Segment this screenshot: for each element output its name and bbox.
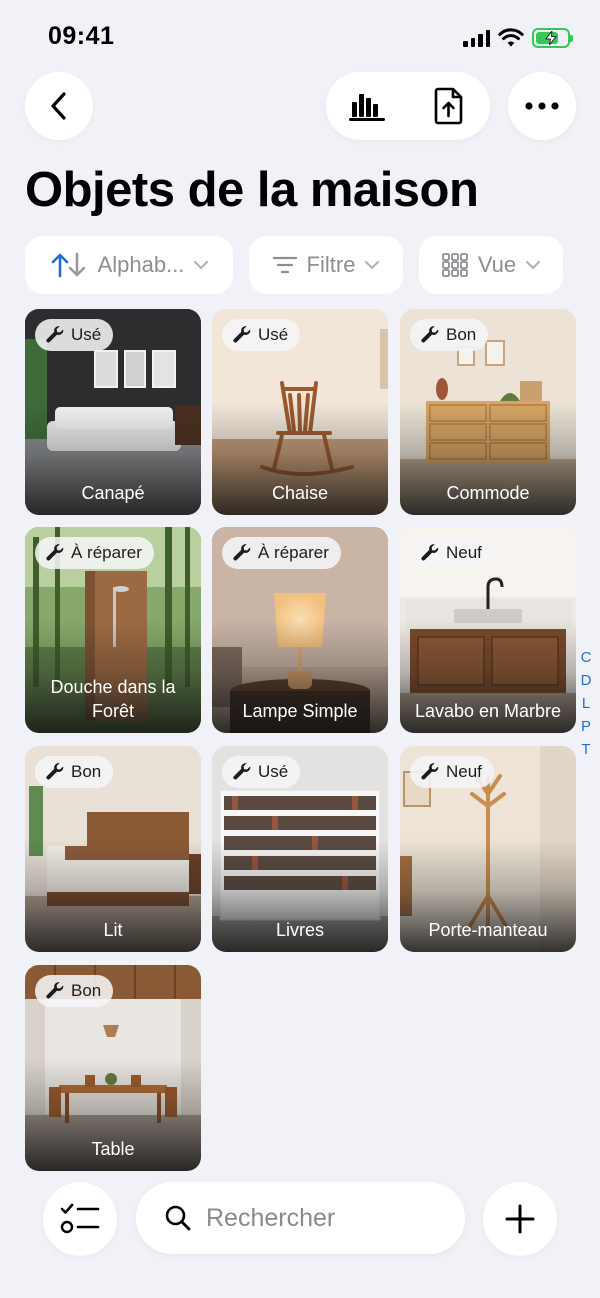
condition-label: À réparer <box>258 543 329 562</box>
more-button[interactable] <box>508 72 576 140</box>
status-time: 09:41 <box>48 22 115 50</box>
item-card[interactable]: Bon Table <box>25 965 201 1171</box>
condition-label: Bon <box>446 325 477 344</box>
search-bar[interactable] <box>136 1182 465 1254</box>
item-name: Lampe Simple <box>242 701 358 721</box>
wrench-icon <box>421 326 439 343</box>
condition-label: Usé <box>258 762 289 781</box>
item-name: Lavabo en Marbre <box>414 701 562 721</box>
wrench-icon <box>421 763 439 780</box>
cellular-signal-icon <box>463 29 490 47</box>
sort-arrows-icon <box>51 252 85 278</box>
toolbar-actions <box>326 72 490 140</box>
chevron-down-icon <box>194 260 209 269</box>
filter-label: Filtre <box>306 252 356 277</box>
view-button[interactable]: Vue <box>419 236 563 294</box>
battery-icon <box>532 28 573 48</box>
wrench-icon <box>421 544 439 561</box>
item-card[interactable]: Bon Lit <box>25 746 201 952</box>
status-bar: 09:41 <box>0 0 600 70</box>
ellipsis-icon <box>525 102 559 110</box>
wrench-icon <box>46 544 64 561</box>
wrench-icon <box>233 326 251 343</box>
condition-label: Bon <box>71 762 102 781</box>
document-upload-icon <box>434 87 463 125</box>
condition-badge: Usé <box>222 756 301 788</box>
back-button[interactable] <box>25 72 93 140</box>
bar-chart-icon <box>349 94 385 121</box>
item-card[interactable]: À réparer Lampe Simple <box>212 527 388 733</box>
condition-label: Neuf <box>446 543 482 562</box>
condition-badge: À réparer <box>35 537 154 569</box>
item-card[interactable]: Bon Commode <box>400 309 576 515</box>
export-button[interactable] <box>414 72 484 140</box>
index-letter[interactable]: P <box>581 715 591 738</box>
view-label: Vue <box>477 252 517 277</box>
wrench-icon <box>46 763 64 780</box>
wrench-icon <box>46 982 64 999</box>
status-icons <box>463 26 573 50</box>
item-card[interactable]: Usé Livres <box>212 746 388 952</box>
alphabet-index[interactable]: C D L P T <box>578 646 594 761</box>
add-button[interactable] <box>483 1182 557 1256</box>
item-name: Douche dans la Forêt <box>50 677 176 721</box>
item-name: Livres <box>275 920 324 940</box>
wrench-icon <box>233 544 251 561</box>
index-letter[interactable]: C <box>581 646 592 669</box>
page-title: Objets de la maison <box>25 163 479 217</box>
item-card[interactable]: Neuf Lavabo en Marbre <box>400 527 576 733</box>
condition-label: Usé <box>71 325 102 344</box>
filter-lines-icon <box>272 256 297 274</box>
condition-badge: Bon <box>35 975 114 1007</box>
condition-badge: Usé <box>222 319 301 351</box>
item-name: Commode <box>446 483 530 503</box>
condition-label: Neuf <box>446 762 482 781</box>
stats-button[interactable] <box>332 72 402 140</box>
wrench-icon <box>233 763 251 780</box>
index-letter[interactable]: T <box>581 738 590 761</box>
condition-badge: Usé <box>35 319 114 351</box>
condition-label: Usé <box>258 325 289 344</box>
item-card[interactable]: Usé Chaise <box>212 309 388 515</box>
condition-badge: Bon <box>410 319 489 351</box>
index-letter[interactable]: L <box>582 692 590 715</box>
plus-icon <box>505 1204 535 1234</box>
search-input[interactable] <box>206 1203 436 1233</box>
item-name: Canapé <box>81 483 145 503</box>
sort-button[interactable]: Alphab... <box>25 236 233 294</box>
chevron-left-icon <box>51 92 66 120</box>
item-name: Porte-manteau <box>428 920 548 940</box>
item-name: Table <box>91 1139 135 1159</box>
chevron-down-icon <box>526 260 541 269</box>
wrench-icon <box>46 326 64 343</box>
condition-label: À réparer <box>71 543 142 562</box>
search-icon <box>165 1205 191 1231</box>
grid-view-icon <box>441 253 468 277</box>
condition-badge: Bon <box>35 756 114 788</box>
checklist-button[interactable] <box>43 1182 117 1256</box>
sort-label: Alphab... <box>97 252 185 277</box>
item-name: Chaise <box>271 483 329 503</box>
item-card[interactable]: Neuf Porte-manteau <box>400 746 576 952</box>
condition-label: Bon <box>71 981 102 1000</box>
index-letter[interactable]: D <box>581 669 592 692</box>
filter-button[interactable]: Filtre <box>249 236 403 294</box>
chevron-down-icon <box>365 260 380 269</box>
condition-badge: Neuf <box>410 537 494 569</box>
item-card[interactable]: Usé Canapé <box>25 309 201 515</box>
condition-badge: À réparer <box>222 537 341 569</box>
item-name: Lit <box>103 920 123 940</box>
wifi-icon <box>498 28 524 47</box>
item-card[interactable]: À réparer Douche dans la Forêt <box>25 527 201 733</box>
checklist-icon <box>60 1203 100 1234</box>
condition-badge: Neuf <box>410 756 494 788</box>
